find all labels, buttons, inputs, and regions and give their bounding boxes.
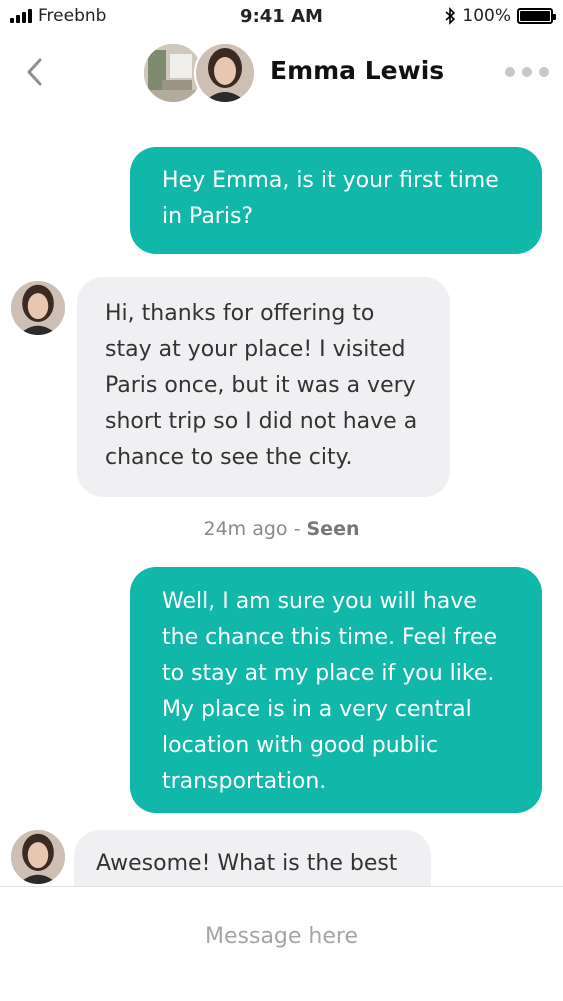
message-avatar[interactable] — [11, 830, 65, 884]
message-outgoing[interactable]: Well, I am sure you will have the chance… — [130, 567, 542, 813]
person-photo-icon — [11, 830, 65, 884]
back-button[interactable] — [16, 52, 52, 92]
contact-name[interactable]: Emma Lewis — [270, 56, 444, 85]
contact-avatar — [194, 42, 256, 104]
chevron-left-icon — [27, 58, 42, 86]
dot — [539, 67, 549, 77]
seen-status: Seen — [306, 518, 360, 540]
message-input[interactable] — [40, 913, 523, 959]
more-options-button[interactable] — [505, 64, 549, 80]
meta-separator: - — [287, 518, 307, 540]
message-outgoing[interactable]: Hey Emma, is it your first time in Paris… — [130, 147, 542, 254]
battery-icon — [517, 8, 556, 24]
status-bar: Freebnb 9:41 AM 100% — [0, 0, 563, 34]
message-time-ago: 24m ago — [203, 518, 288, 540]
message-avatar[interactable] — [11, 281, 65, 335]
chat-header: Emma Lewis — [0, 34, 563, 114]
message-meta: 24m ago - Seen — [0, 518, 563, 540]
dot — [505, 67, 515, 77]
message-incoming[interactable]: Hi, thanks for offering to stay at your … — [77, 277, 450, 497]
bluetooth-icon — [445, 7, 456, 25]
person-photo-icon — [196, 44, 254, 102]
message-composer — [0, 886, 563, 1001]
battery-percent: 100% — [462, 6, 511, 26]
dot — [522, 67, 532, 77]
header-avatars[interactable] — [142, 42, 258, 104]
status-right: 100% — [444, 6, 556, 26]
person-photo-icon — [11, 281, 65, 335]
